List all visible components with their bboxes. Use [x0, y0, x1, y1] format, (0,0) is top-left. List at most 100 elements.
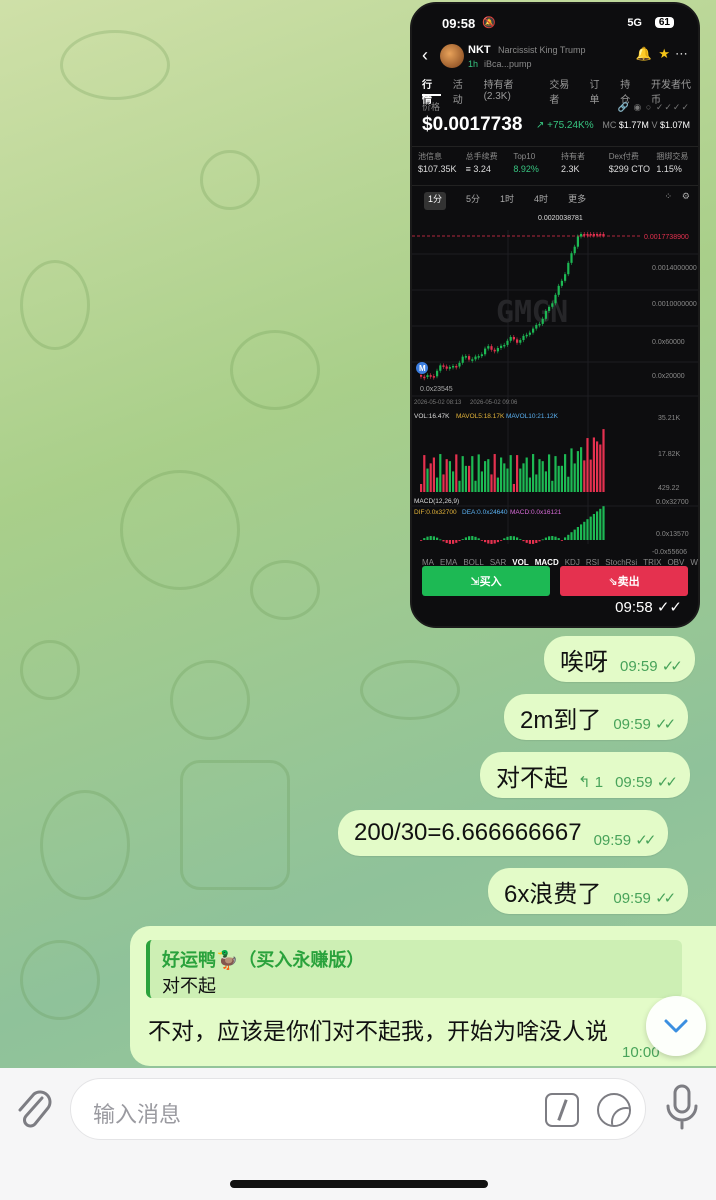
stat-value: 8.92%	[513, 164, 539, 174]
message-input[interactable]: 输入消息	[70, 1078, 646, 1140]
screenshot-timestamp: 09:5909:58 ✓✓	[615, 598, 682, 616]
message-text: 200/30=6.666666667	[354, 819, 582, 846]
reply-count[interactable]: ↰ 1	[578, 773, 603, 791]
message-bubble[interactable]: 200/30=6.666666667 09:59 ✓✓	[338, 810, 669, 856]
alert-icon: 🔔	[635, 46, 652, 61]
candle	[599, 234, 602, 236]
stat-holders: 持有者 2.3K	[555, 147, 603, 185]
macd-bar	[592, 514, 595, 540]
candle	[455, 365, 458, 368]
volume-bar	[471, 456, 474, 492]
candle	[592, 234, 595, 236]
macd-bar	[468, 536, 471, 540]
candle	[528, 332, 531, 335]
candle	[554, 294, 557, 304]
token-address: iBca...pump	[484, 59, 532, 69]
tab-dev-tokens: 开发者代币	[651, 80, 692, 106]
vol-max: 35.21K	[658, 415, 681, 422]
stat-pool: 池信息 $107.35K	[412, 147, 460, 185]
volume-bar	[519, 468, 522, 492]
volume-bar	[464, 465, 467, 492]
macd-bar	[496, 540, 499, 543]
double-check-icon: ✓✓	[635, 832, 656, 849]
tf-5m: 5分	[466, 194, 481, 204]
message-text: 唉呀	[560, 648, 608, 676]
battery-icon: 61	[654, 17, 674, 28]
macd-bar	[503, 538, 506, 540]
message-time: 09:59	[615, 774, 653, 791]
macd-max: 0.0x32700	[656, 499, 689, 506]
candle	[596, 234, 599, 236]
candle	[535, 324, 538, 329]
stat-label: Dex付费	[608, 152, 639, 161]
candle	[522, 335, 525, 341]
candle	[484, 348, 487, 355]
volume-bar	[500, 457, 503, 492]
macd-bar	[554, 536, 557, 540]
macd-bar	[439, 539, 442, 541]
candle	[551, 303, 554, 307]
mic-icon[interactable]	[662, 1082, 702, 1132]
message-bubble[interactable]: 唉呀 09:59 ✓✓	[544, 636, 695, 682]
reply-message-bubble[interactable]: 好运鸭🦆（买入永赚版） 对不起 不对，应该是你们对不起我，开始为啥没人说 10:…	[130, 926, 716, 1066]
macd-bar	[548, 536, 551, 540]
macd-bar	[599, 508, 602, 540]
macd-bar	[602, 506, 605, 540]
macd-bar	[586, 519, 589, 540]
stat-value: $299 CTO	[608, 164, 651, 174]
macd-bar	[564, 537, 567, 540]
sell-label: 卖出	[617, 576, 640, 588]
message-bubble[interactable]: 6x浪费了 09:59 ✓✓	[488, 868, 689, 914]
tf-4h: 4时	[534, 194, 549, 204]
volume-bar	[557, 465, 560, 492]
message-bubble[interactable]: 对不起 ↰ 1 09:59 ✓✓	[480, 752, 690, 798]
volume-bar	[532, 454, 535, 492]
command-icon[interactable]	[545, 1093, 579, 1127]
volume-bar	[493, 454, 496, 492]
volume-bar	[426, 468, 429, 492]
sticker-icon[interactable]	[597, 1093, 631, 1127]
mavol10-text: MAVOL10:21.12K	[506, 413, 559, 420]
candle	[548, 306, 551, 311]
candle	[458, 362, 461, 367]
candle	[426, 375, 429, 377]
macd-bar	[528, 540, 531, 544]
candle	[564, 274, 567, 281]
dea-text: DEA:0.0x24640	[462, 509, 508, 516]
stat-label: 池信息	[418, 152, 442, 161]
scroll-down-button[interactable]	[646, 996, 706, 1056]
volume-bar	[429, 463, 432, 492]
shared-screenshot[interactable]: 09:58 🔕 5G 61 ‹ NKT Narcissist King Trum…	[410, 2, 700, 628]
vol-mid: 17.82K	[658, 451, 681, 458]
macd-bar	[573, 529, 576, 540]
macd-bar	[432, 536, 435, 540]
volume-bar	[583, 460, 586, 492]
macd-bar	[580, 524, 583, 540]
message-meta: 09:59 ✓✓	[615, 773, 678, 791]
macd-title: MACD(12,26,9)	[414, 498, 459, 505]
macd-bar	[509, 536, 512, 540]
quoted-message[interactable]: 好运鸭🦆（买入永赚版） 对不起	[146, 940, 682, 998]
stat-label: 持有者	[561, 152, 586, 161]
message-bubble[interactable]: 2m到了 09:59 ✓✓	[504, 694, 689, 740]
candle	[541, 318, 544, 324]
token-sub: 1h iBca...pump	[468, 59, 532, 69]
macd-bar	[541, 539, 544, 541]
macd-bar	[525, 540, 528, 543]
macd-bar	[458, 540, 461, 542]
candle	[602, 234, 605, 236]
tab-holders: 持有者(2.3K)	[483, 80, 514, 102]
volume-bar	[599, 444, 602, 492]
candle	[525, 334, 528, 337]
price-change: ↗ +75.24K%	[536, 120, 594, 131]
chart-ytick: 0.0x60000	[652, 339, 685, 346]
macd-bar	[512, 536, 515, 540]
token-header: ‹ NKT Narcissist King Trump 1h iBca...pum…	[412, 40, 698, 76]
volume-bar	[554, 456, 557, 492]
chart-low-label: 0.0x23545	[420, 386, 453, 393]
vol-text: VOL:16.47K	[414, 413, 450, 420]
candle	[506, 340, 509, 345]
macd-bar	[500, 540, 503, 541]
attach-icon[interactable]	[14, 1086, 54, 1134]
candle	[557, 285, 560, 295]
